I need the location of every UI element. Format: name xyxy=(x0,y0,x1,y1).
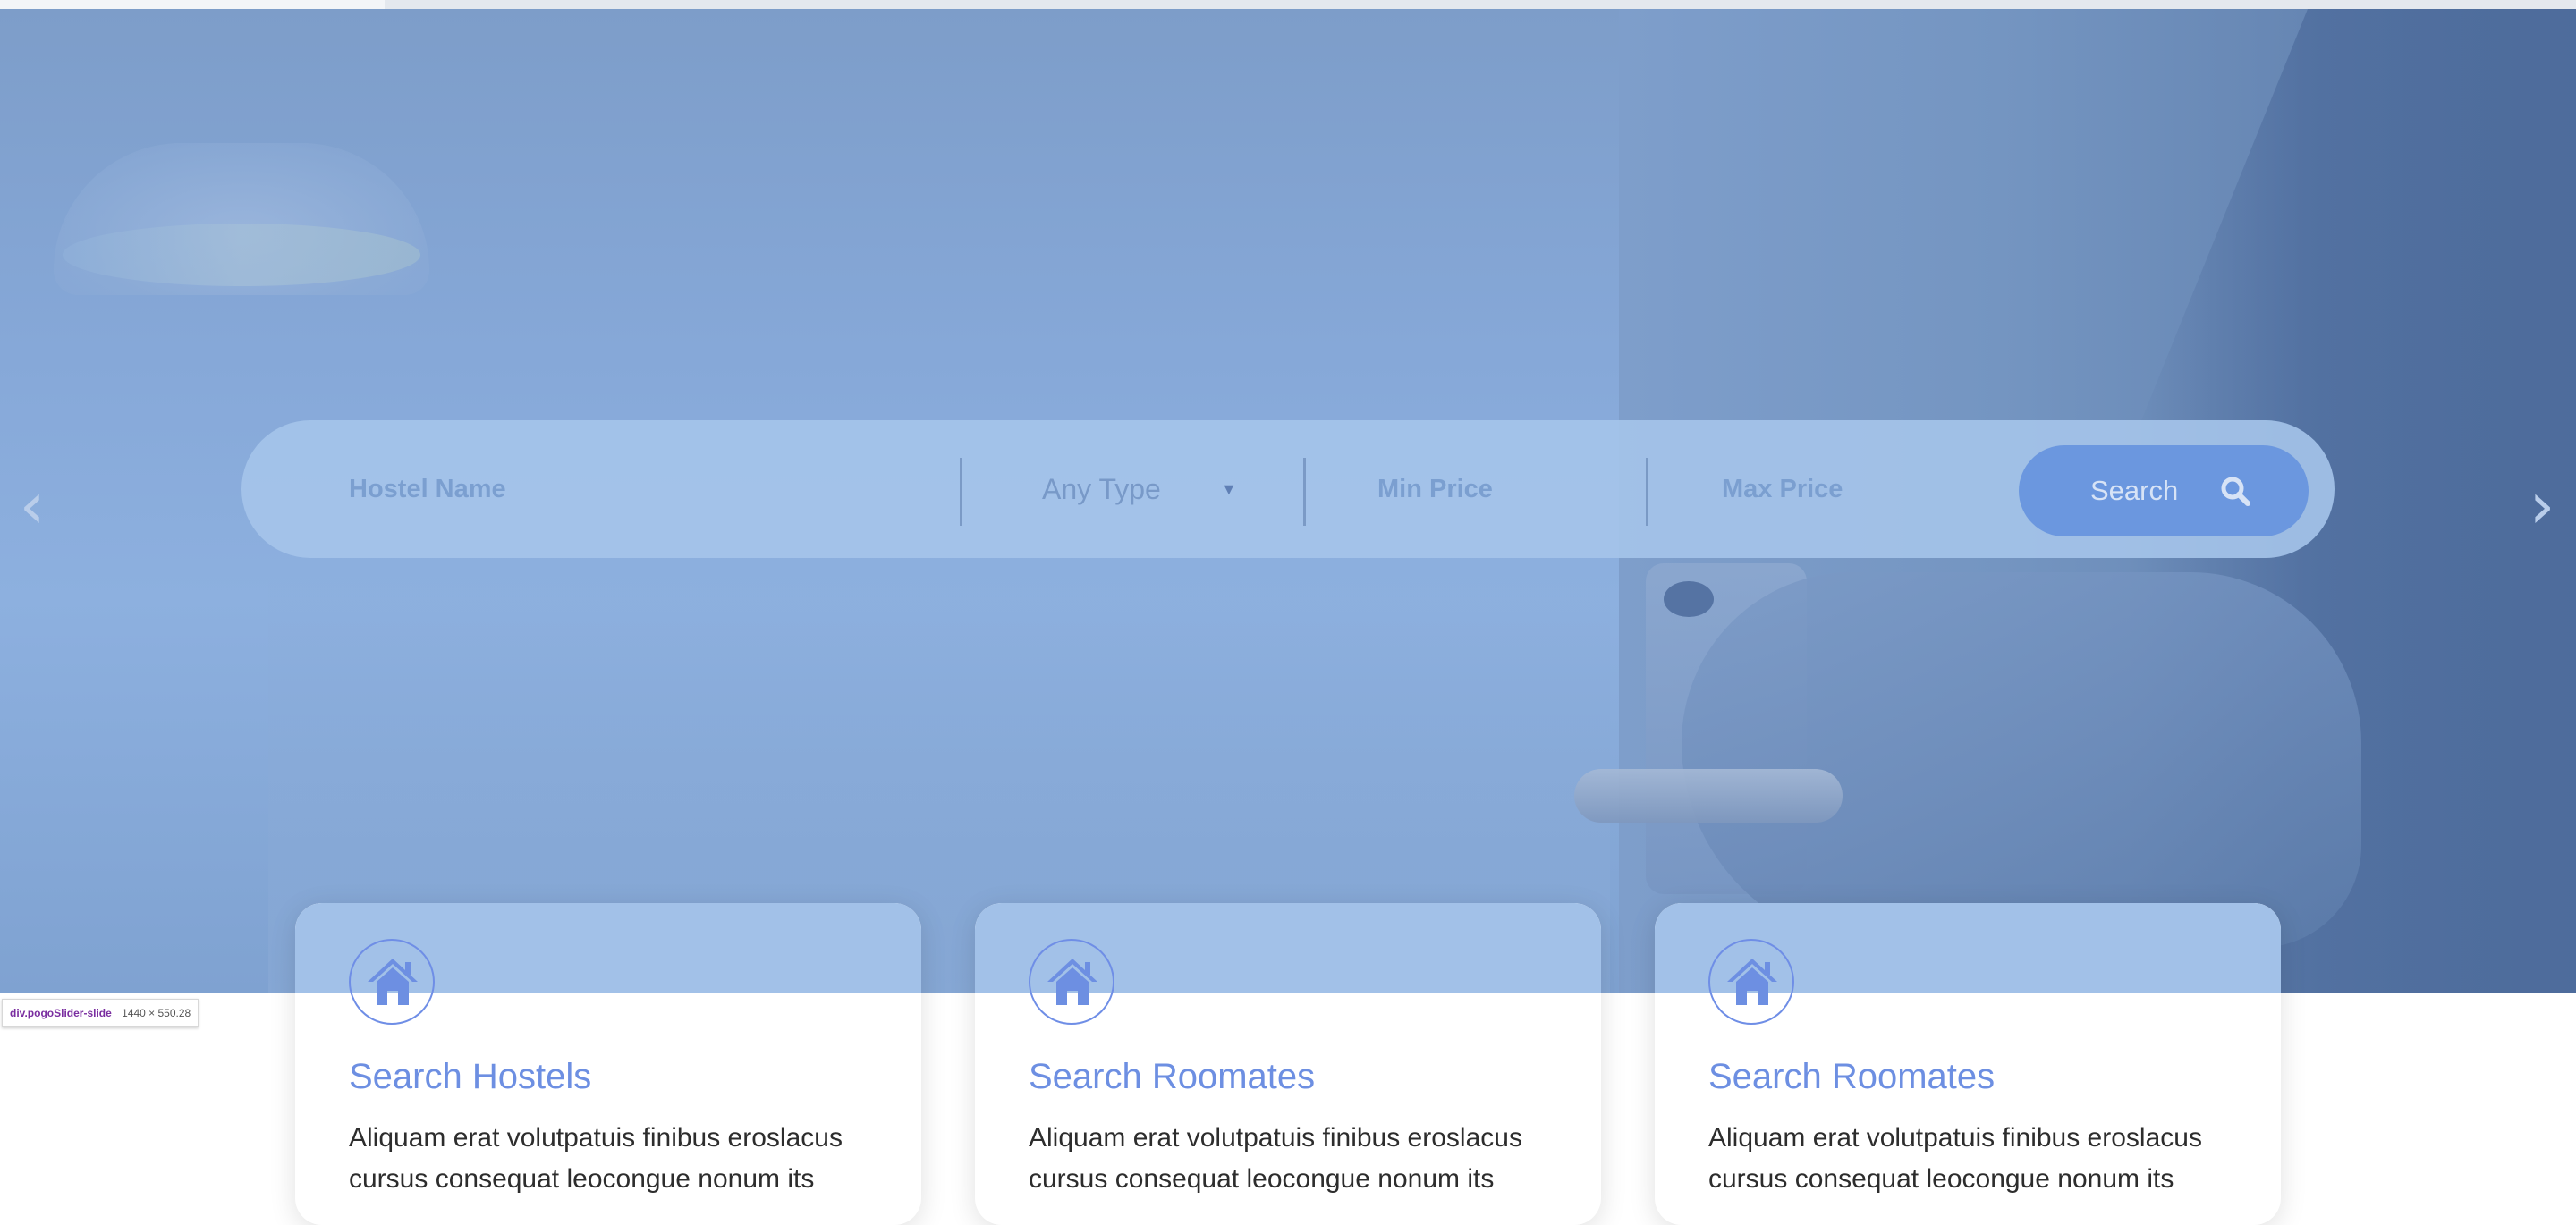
devtools-selector: div.pogoSlider-slide xyxy=(10,1007,112,1019)
feature-card[interactable]: Search Roomates Aliquam erat volutpatuis… xyxy=(975,903,1601,1225)
devtools-dimensions: 1440 × 550.28 xyxy=(122,1007,191,1019)
hero-lamp-glow xyxy=(63,224,420,286)
search-divider xyxy=(1303,458,1306,526)
slider-prev-button[interactable]: ‹ xyxy=(5,469,59,541)
hero-keyhole xyxy=(1664,581,1714,617)
house-icon xyxy=(1727,959,1777,1005)
feature-card[interactable]: Search Roomates Aliquam erat volutpatuis… xyxy=(1655,903,2281,1225)
hero-door-handle xyxy=(1574,769,1843,823)
card-title: Search Hostels xyxy=(349,1057,592,1096)
house-icon xyxy=(368,959,418,1005)
search-divider xyxy=(960,458,962,526)
type-select[interactable]: Any Type ▼ xyxy=(1042,456,1284,522)
max-price-placeholder: Max Price xyxy=(1722,475,1843,503)
search-button[interactable]: Search xyxy=(2019,445,2309,536)
card-text: Aliquam erat volutpatuis finibus eroslac… xyxy=(1708,1123,2202,1194)
search-bar: Hostel Name Any Type ▼ Min Price Max Pri… xyxy=(242,420,2334,558)
hostel-name-input[interactable]: Hostel Name xyxy=(349,456,903,522)
slider-next-button[interactable]: › xyxy=(2515,469,2569,541)
feature-card[interactable]: Search Hostels Aliquam erat volutpatuis … xyxy=(295,903,921,1225)
search-icon xyxy=(2221,477,2250,506)
card-text: Aliquam erat volutpatuis finibus eroslac… xyxy=(349,1123,843,1194)
house-icon xyxy=(1047,959,1097,1005)
search-divider xyxy=(1646,458,1648,526)
top-strip xyxy=(0,0,2576,9)
card-icon-circle xyxy=(1029,939,1114,1025)
card-icon-circle xyxy=(349,939,435,1025)
hostel-name-placeholder: Hostel Name xyxy=(349,475,506,503)
top-strip-accent xyxy=(0,0,385,9)
min-price-input[interactable]: Min Price xyxy=(1377,456,1628,522)
devtools-element-tooltip: div.pogoSlider-slide 1440 × 550.28 xyxy=(2,999,199,1027)
search-button-label: Search xyxy=(2090,475,2179,506)
chevron-left-icon: ‹ xyxy=(19,468,46,543)
chevron-right-icon: › xyxy=(2529,468,2555,543)
type-select-value: Any Type xyxy=(1042,473,1161,505)
min-price-placeholder: Min Price xyxy=(1377,475,1493,503)
card-title: Search Roomates xyxy=(1029,1057,1316,1096)
card-title: Search Roomates xyxy=(1708,1057,1996,1096)
max-price-input[interactable]: Max Price xyxy=(1722,456,1972,522)
card-icon-circle xyxy=(1708,939,1794,1025)
caret-down-icon: ▼ xyxy=(1221,480,1237,498)
hero-hand-image xyxy=(1682,572,2361,948)
card-text: Aliquam erat volutpatuis finibus eroslac… xyxy=(1029,1123,1522,1194)
